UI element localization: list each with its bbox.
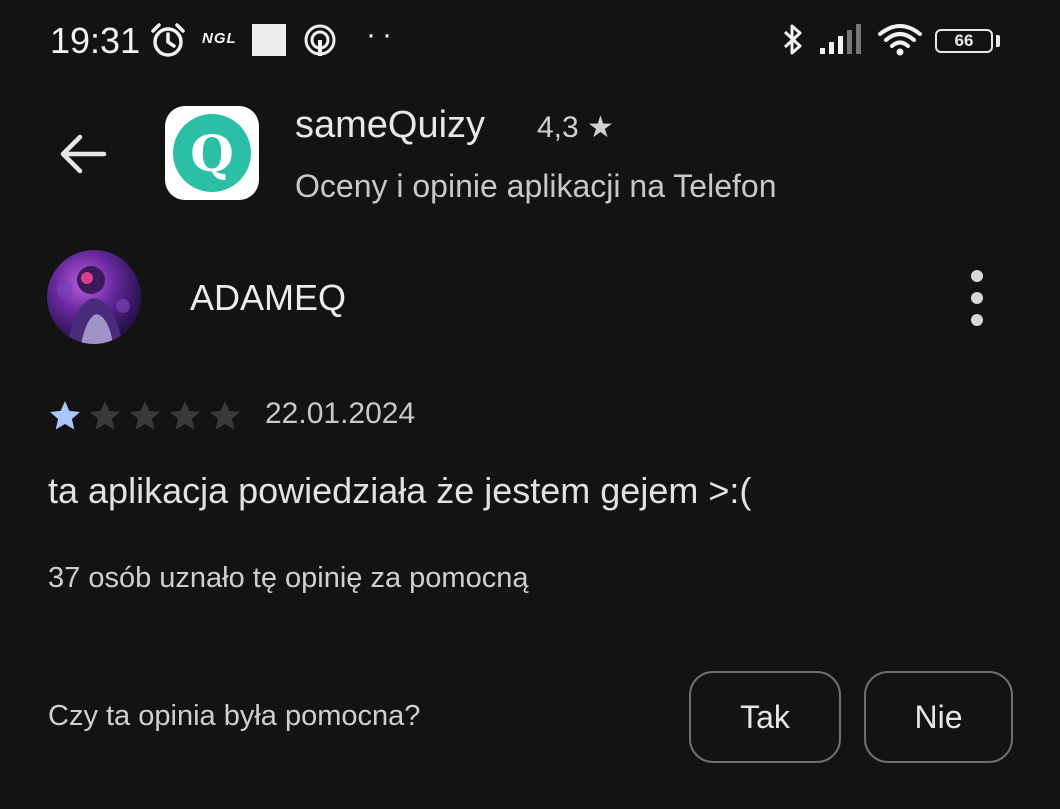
back-button[interactable] [56, 128, 108, 185]
page-subtitle: Oceny i opinie aplikacji na Telefon [295, 168, 777, 204]
alarm-icon [148, 22, 188, 58]
more-notifications-icon: ·· [366, 18, 398, 51]
review-text: ta aplikacja powiedziała że jestem gejem… [48, 470, 752, 511]
helpful-question: Czy ta opinia była pomocna? [48, 700, 421, 732]
bluetooth-icon [778, 22, 808, 58]
review-date: 22.01.2024 [265, 397, 416, 430]
arrow-back-icon [60, 134, 107, 174]
helpful-count: 37 osób uznało tę opinię za pomocną [48, 562, 529, 594]
app-rating: 4,3 ★ [537, 111, 614, 144]
battery-icon: 66 [935, 29, 993, 53]
more-options-icon[interactable] [962, 270, 992, 326]
battery-tip [996, 35, 1000, 47]
white-square-icon [252, 24, 286, 56]
no-button[interactable]: Nie [864, 671, 1013, 763]
star-icon [90, 401, 120, 430]
signal-icon [818, 22, 866, 58]
app-name: sameQuizy [295, 104, 486, 146]
review-stars [46, 398, 244, 434]
review-author: ADAMEQ [190, 277, 347, 318]
battery-level: 66 [954, 31, 974, 50]
avatar [47, 250, 141, 344]
star-icon [130, 401, 160, 430]
star-icon [170, 401, 200, 430]
yes-button[interactable]: Tak [689, 671, 841, 763]
wifi-icon [876, 22, 924, 58]
star-icon [210, 401, 240, 430]
ngl-icon: NGL [202, 30, 237, 47]
app-icon[interactable]: Q [165, 106, 259, 200]
app-icon-logo: Q [173, 114, 251, 192]
status-time: 19:31 [50, 20, 141, 61]
hotspot-icon [300, 22, 340, 58]
star-icon [50, 401, 80, 430]
